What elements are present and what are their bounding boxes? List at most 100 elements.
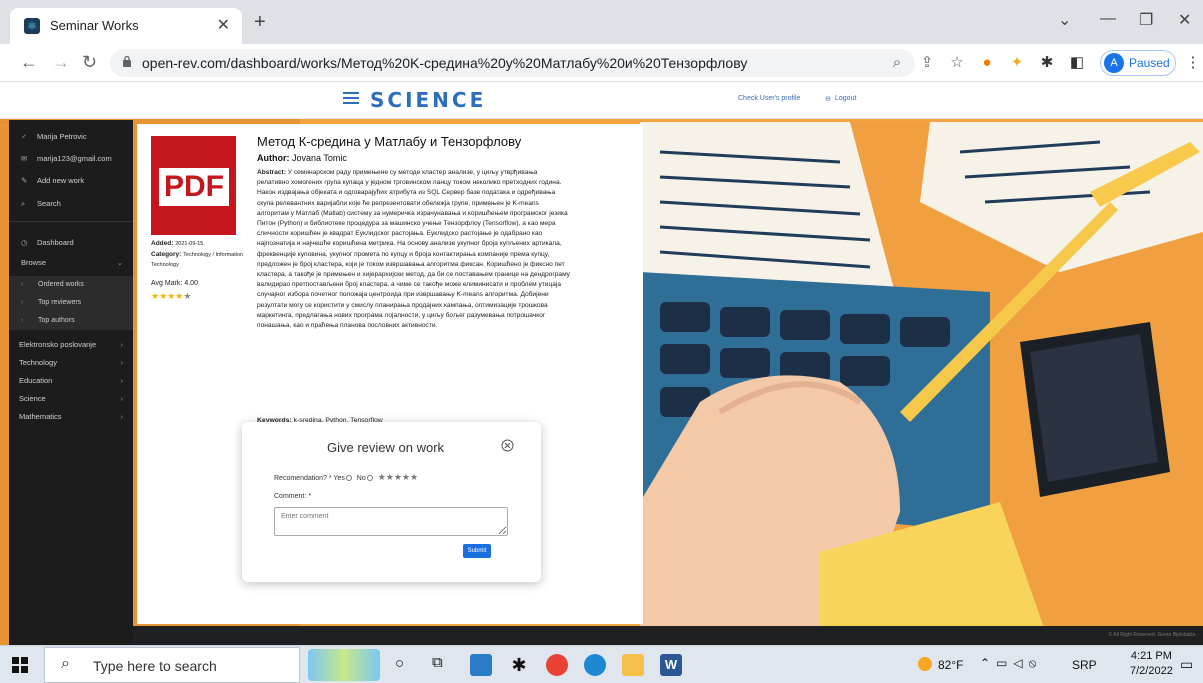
window-close-icon[interactable]: ✕ (1178, 10, 1191, 30)
minimize-icon[interactable]: — (1100, 10, 1116, 28)
sidebar-dashboard[interactable]: ◷ Dashboard (9, 238, 133, 247)
chevron-right-icon: › (21, 317, 24, 324)
browser-menu-icon[interactable]: ⋮ (1184, 54, 1202, 72)
taskbar-clock[interactable]: 4:21 PM 7/2/2022 (1130, 649, 1173, 679)
tab-search-chevron-icon[interactable]: ⌄ (1058, 10, 1071, 30)
logout-icon[interactable]: ⊖ (825, 95, 831, 103)
chevron-right-icon: › (120, 412, 124, 421)
sidebar-category-science[interactable]: Science › (9, 394, 133, 403)
browser-toolbar: ← → ↻ open-rev.com/dashboard/works/Метод… (0, 44, 1203, 82)
sidebar-item-top-reviewers[interactable]: › Top reviewers (9, 294, 133, 312)
sidebar-category-education[interactable]: Education › (9, 376, 133, 385)
category-label: Category: (151, 251, 182, 258)
back-icon[interactable]: ← (20, 52, 38, 73)
forward-icon[interactable]: → (52, 52, 70, 73)
site-logo[interactable]: SCIENCE (370, 88, 486, 112)
search-icon: ⌕ (61, 655, 70, 672)
side-panel-icon[interactable]: ◧ (1068, 54, 1086, 72)
chevron-right-icon: › (21, 281, 24, 288)
modal-title: Give review on work (327, 440, 445, 455)
chevron-right-icon: › (21, 299, 24, 306)
browser-tab[interactable]: ⚛ Seminar Works ✕ (10, 8, 242, 44)
sidebar-category-mathematics[interactable]: Mathematics › (9, 412, 133, 421)
clock-time: 4:21 PM (1130, 650, 1172, 662)
recommendation-label: Recomendation? * (274, 475, 332, 482)
word-icon[interactable]: W (660, 654, 682, 676)
react-favicon-icon: ⚛ (24, 18, 40, 34)
sidebar-item-top-authors[interactable]: › Top authors (9, 312, 133, 330)
weather-sun-icon[interactable] (918, 657, 932, 671)
tab-title: Seminar Works (50, 18, 139, 33)
cortana-icon[interactable]: ○ (395, 655, 404, 672)
new-tab-icon[interactable]: + (254, 11, 266, 34)
logout-link[interactable]: Logout (835, 95, 856, 102)
pen-icon: ✎ (21, 176, 28, 185)
author-name: Jovana Tomic (292, 153, 347, 163)
sidebar-browse[interactable]: Browse ⌄ (9, 258, 133, 267)
added-label: Added: (151, 240, 174, 247)
sidebar-email[interactable]: ✉ marija123@gmail.com (9, 154, 133, 163)
notification-icon[interactable]: ▭ (1180, 656, 1193, 673)
sidebar-category-label: Education (19, 376, 53, 385)
no-label: No (356, 475, 366, 482)
url-text: open-rev.com/dashboard/works/Метод%20K-с… (142, 55, 748, 71)
rating-stars: ★★★★★ (151, 291, 191, 302)
language-indicator[interactable]: SRP (1072, 658, 1097, 672)
bookmark-star-icon[interactable]: ☆ (948, 54, 966, 72)
news-widget-icon[interactable] (308, 649, 380, 681)
sidebar-category-elektronsko-poslovanje[interactable]: Elektronsko poslovanje › (9, 340, 133, 349)
yes-radio[interactable] (345, 475, 352, 481)
tab-close-icon[interactable]: ✕ (217, 15, 230, 35)
chrome-icon[interactable] (546, 654, 568, 676)
site-footer: © All Right Reserved. Goran Bjelobaba (133, 626, 1203, 645)
review-star-rating[interactable]: ★★★★★ (378, 472, 418, 482)
system-tray-icons[interactable]: ⌃▭◁⦸ (980, 656, 1042, 671)
hamburger-menu-icon[interactable] (343, 92, 359, 104)
abstract-text: У семинарском раду примењене су методе к… (257, 169, 570, 330)
work-avg-mark: Avg Mark: 4.00 (151, 280, 198, 287)
sidebar-category-technology[interactable]: Technology › (9, 358, 133, 367)
abstract-label: Abstract: (257, 169, 286, 176)
sidebar-item-label: Ordered works (38, 281, 84, 288)
close-circle-icon[interactable] (501, 439, 514, 452)
taskbar-search[interactable]: ⌕ Type here to search (44, 647, 300, 683)
extension-bee-icon[interactable]: ✦ (1008, 54, 1026, 72)
yes-label: Yes (333, 475, 345, 482)
weather-temp[interactable]: 82°F (938, 658, 963, 672)
zoom-icon[interactable]: ⌕ (888, 54, 906, 72)
no-radio[interactable] (366, 475, 373, 481)
restore-icon[interactable]: ❐ (1139, 10, 1153, 30)
avg-mark-value: 4.00 (184, 280, 198, 287)
check-profile-link[interactable]: Check User's profile (738, 95, 800, 102)
sidebar-category-label: Mathematics (19, 412, 62, 421)
browser-titlebar: ⚛ Seminar Works ✕ + ⌄ — ❐ ✕ (0, 0, 1203, 44)
comment-textarea[interactable] (274, 507, 508, 536)
address-bar[interactable]: open-rev.com/dashboard/works/Метод%20K-с… (110, 49, 915, 77)
sidebar-user[interactable]: ♂ Marija Petrovic (9, 132, 133, 141)
user-icon: ♂ (21, 132, 27, 141)
pdf-file-icon[interactable]: PDF (151, 136, 236, 235)
file-explorer-icon[interactable] (622, 654, 644, 676)
work-author: Author: Jovana Tomic (257, 153, 347, 163)
profile-button[interactable]: A Paused (1100, 50, 1176, 76)
sidebar-item-ordered-works[interactable]: › Ordered works (9, 276, 133, 294)
app-icon-1[interactable] (470, 654, 492, 676)
site-header: SCIENCE Check User's profile ⊖ Logout (0, 82, 1203, 119)
submit-button[interactable]: Submit (463, 544, 491, 558)
star-empty-icon: ★ (183, 291, 192, 301)
added-value: 2021-09-15 (175, 241, 204, 247)
sidebar-search[interactable]: ⌕ Search (9, 199, 133, 209)
sidebar-add-new-work[interactable]: ✎ Add new work (9, 176, 133, 185)
star-filled-icon: ★ (151, 291, 160, 301)
windows-start-icon[interactable] (12, 657, 28, 673)
app-icon-2[interactable]: ✱ (508, 654, 530, 676)
windows-taskbar: ⌕ Type here to search ○ ⧉ ✱ W 82°F ⌃▭◁⦸ … (0, 645, 1203, 683)
extension-orange-icon[interactable]: ● (978, 54, 996, 72)
extensions-puzzle-icon[interactable]: ✱ (1038, 54, 1056, 72)
edge-icon[interactable] (584, 654, 606, 676)
task-view-icon[interactable]: ⧉ (432, 654, 443, 671)
reload-icon[interactable]: ↻ (82, 52, 97, 73)
share-icon[interactable]: ⇪ (918, 54, 936, 72)
chevron-right-icon: › (120, 358, 124, 367)
profile-avatar: A (1104, 53, 1124, 73)
